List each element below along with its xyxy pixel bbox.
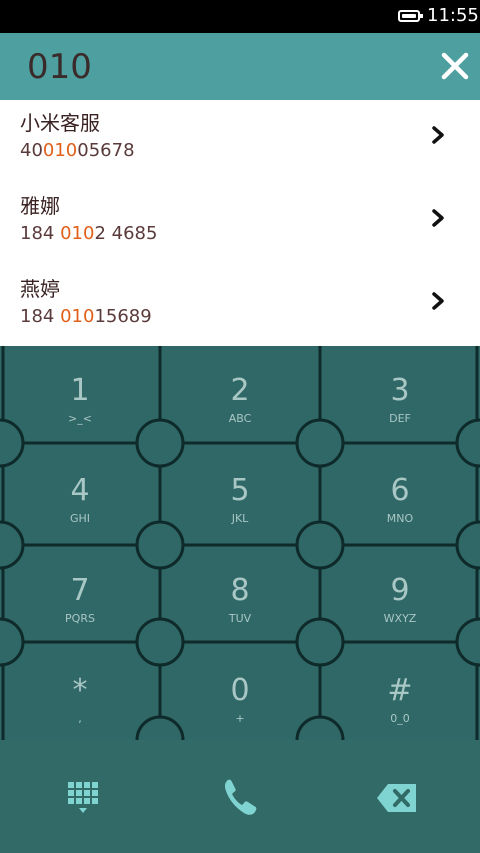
chevron-right-icon	[432, 292, 444, 310]
key-8[interactable]: 8 TUV	[160, 546, 320, 644]
key-5[interactable]: 5 JKL	[160, 446, 320, 544]
key-1[interactable]: 1 >_<	[0, 346, 160, 444]
backspace-button[interactable]	[374, 778, 420, 818]
key-hash[interactable]: # 0_0	[320, 646, 480, 744]
key-letters: DEF	[389, 412, 411, 425]
key-digit: 5	[230, 473, 250, 508]
close-button[interactable]	[436, 47, 474, 85]
key-letters: MNO	[386, 512, 414, 525]
contact-name: 小米客服	[20, 111, 100, 135]
key-2[interactable]: 2 ABC	[160, 346, 320, 444]
contact-number: 184 01015689	[20, 306, 152, 327]
battery-icon	[398, 10, 423, 22]
key-digit: 9	[390, 573, 410, 608]
key-3[interactable]: 3 DEF	[320, 346, 480, 444]
key-digit: 0	[230, 673, 250, 708]
phone-icon	[224, 779, 257, 815]
key-letters: JKL	[231, 512, 249, 525]
key-4[interactable]: 4 GHI	[0, 446, 160, 544]
status-bar: 11:55	[0, 0, 480, 33]
call-button[interactable]	[216, 774, 264, 822]
key-letters: TUV	[228, 612, 252, 625]
key-letters: ,	[78, 712, 82, 725]
dialed-number: 010	[27, 47, 92, 87]
contact-name: 燕婷	[20, 277, 60, 301]
close-icon	[441, 52, 469, 80]
key-7[interactable]: 7 PQRS	[0, 546, 160, 644]
key-digit: 2	[230, 373, 250, 408]
key-digit: 3	[390, 373, 410, 408]
key-0[interactable]: 0 +	[160, 646, 320, 744]
key-letters: PQRS	[65, 612, 95, 625]
dial-header: 010	[0, 33, 480, 100]
contact-number: 4001005678	[20, 140, 135, 161]
key-star[interactable]: * ,	[0, 646, 160, 744]
dialpad-icon	[68, 782, 98, 813]
contact-number: 184 0102 4685	[20, 223, 158, 244]
chevron-right-icon	[432, 126, 444, 144]
key-letters: ABC	[228, 412, 252, 425]
key-9[interactable]: 9 WXYZ	[320, 546, 480, 644]
key-digit: *	[72, 673, 88, 708]
dial-action-bar	[0, 740, 480, 853]
key-digit: 1	[70, 373, 90, 408]
key-letters: GHI	[69, 512, 91, 525]
key-letters: >_<	[68, 412, 92, 425]
key-letters: +	[235, 712, 245, 725]
status-time: 11:55	[427, 5, 479, 26]
match-highlight: 010	[42, 140, 78, 161]
key-digit: 8	[230, 573, 250, 608]
backspace-icon	[377, 784, 416, 812]
contact-result-row[interactable]: 雅娜 184 0102 4685	[0, 183, 480, 265]
key-digit: 7	[70, 573, 90, 608]
key-digit: 6	[390, 473, 410, 508]
chevron-right-icon	[432, 209, 444, 227]
dial-keypad: 1 >_< 2 ABC 3 DEF 4 GHI 5 JKL 6 MNO 7 PQ…	[0, 346, 480, 740]
contact-name: 雅娜	[20, 194, 60, 218]
contact-results-list: 小米客服 4001005678 雅娜 184 0102 4685 燕婷 184 …	[0, 100, 480, 346]
contact-result-row[interactable]: 小米客服 4001005678	[0, 100, 480, 182]
key-digit: 4	[70, 473, 90, 508]
key-6[interactable]: 6 MNO	[320, 446, 480, 544]
key-digit: #	[387, 673, 413, 708]
key-letters: 0_0	[390, 712, 410, 725]
key-letters: WXYZ	[383, 612, 417, 625]
contact-result-row[interactable]: 燕婷 184 01015689	[0, 266, 480, 348]
match-highlight: 010	[60, 223, 95, 244]
match-highlight: 010	[60, 306, 95, 327]
dialpad-toggle-button[interactable]	[60, 776, 106, 820]
